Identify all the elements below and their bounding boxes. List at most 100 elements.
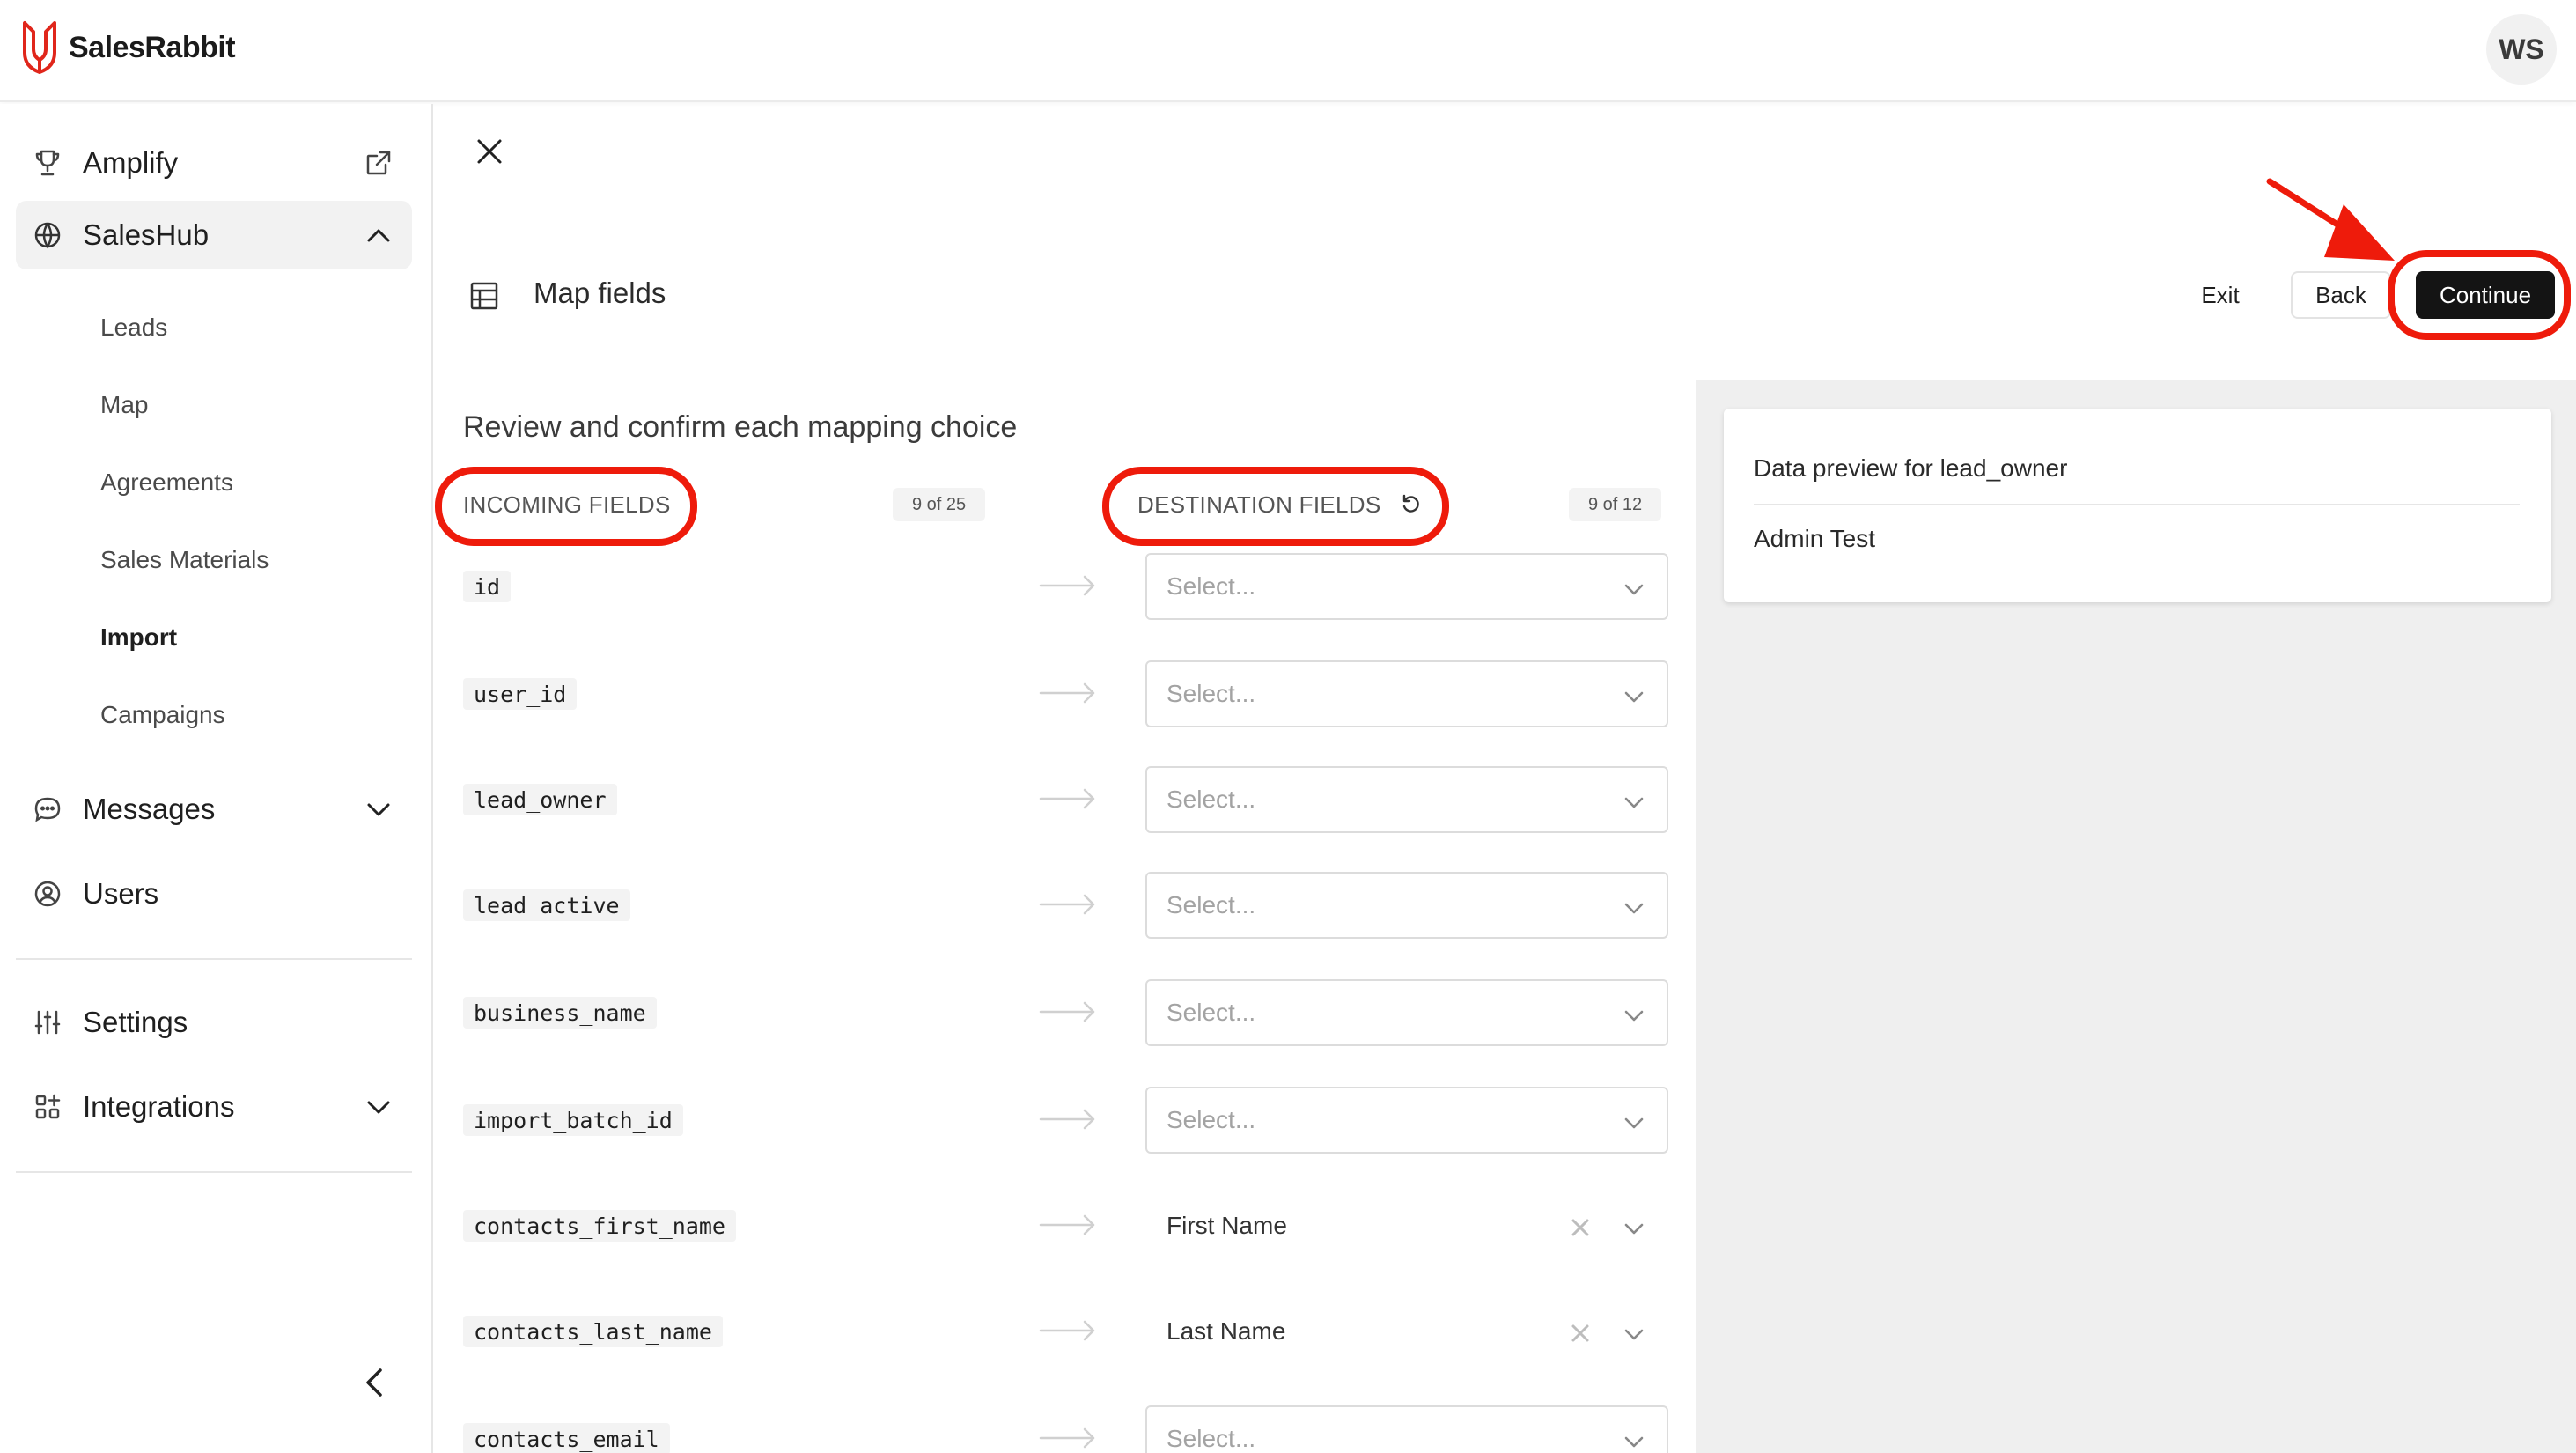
salesrabbit-logo-icon (23, 21, 56, 74)
clear-icon[interactable] (1568, 1321, 1593, 1346)
select-placeholder: Select... (1167, 680, 1256, 707)
chevron-down-icon (1624, 903, 1644, 914)
sidebar: Amplify SalesHub Leads Map Agreements Sa… (0, 104, 433, 1453)
mapping-row: contacts_email Select... (463, 1405, 1669, 1453)
sidebar-subitem-agreements[interactable]: Agreements (100, 468, 233, 497)
destination-select[interactable]: Last Name (1145, 1298, 1668, 1365)
incoming-field-name: contacts_last_name (463, 1316, 723, 1347)
select-value: Last Name (1167, 1317, 1286, 1345)
destination-select[interactable]: First Name (1145, 1192, 1668, 1259)
sidebar-divider (16, 1171, 412, 1173)
chevron-down-icon (1624, 1436, 1644, 1448)
incoming-field-name: contacts_email (463, 1423, 670, 1453)
mapping-row: contacts_last_name Last Name (463, 1298, 1669, 1365)
sidebar-subitem-campaigns[interactable]: Campaigns (100, 701, 225, 729)
sidebar-item-settings[interactable]: Settings (16, 988, 412, 1057)
incoming-field-name: lead_owner (463, 784, 617, 815)
red-arrow-icon (2266, 178, 2395, 261)
reset-icon[interactable] (1400, 493, 1423, 516)
select-placeholder: Select... (1167, 786, 1256, 813)
sidebar-item-label: Messages (83, 793, 216, 825)
top-bar: SalesRabbit WS (0, 0, 2576, 102)
page-title: Map fields (534, 277, 666, 309)
chevron-down-icon (1624, 1010, 1644, 1022)
arrow-right-icon (1039, 682, 1095, 704)
destination-select[interactable]: Select... (1145, 1087, 1668, 1154)
destination-fields-header: DESTINATION FIELDS (1137, 491, 1381, 518)
chevron-down-icon (1624, 1223, 1644, 1235)
sidebar-subitem-import[interactable]: Import (100, 623, 177, 652)
sidebar-divider (16, 958, 412, 960)
sidebar-subitem-map[interactable]: Map (100, 391, 148, 419)
select-placeholder: Select... (1167, 999, 1256, 1026)
arrow-right-icon (1039, 1109, 1095, 1130)
user-avatar[interactable]: WS (2486, 14, 2557, 85)
brand[interactable]: SalesRabbit (19, 19, 236, 76)
incoming-fields-header: INCOMING FIELDS (463, 491, 671, 518)
select-placeholder: Select... (1167, 572, 1256, 600)
chevron-down-icon (1624, 797, 1644, 808)
arrow-right-icon (1039, 1320, 1095, 1341)
mapping-row: user_id Select... (463, 660, 1669, 727)
chevron-down-icon (367, 803, 390, 816)
destination-select[interactable]: Select... (1145, 553, 1668, 620)
destination-select[interactable]: Select... (1145, 872, 1668, 939)
sidebar-item-users[interactable]: Users (16, 859, 412, 928)
incoming-field-name: lead_active (463, 889, 630, 921)
incoming-field-name: user_id (463, 678, 578, 710)
grid-plus-icon (35, 1094, 61, 1119)
sidebar-subitem-sales-materials[interactable]: Sales Materials (100, 546, 269, 574)
select-placeholder: Select... (1167, 891, 1256, 918)
chevron-down-icon (367, 1101, 390, 1114)
chat-icon (34, 797, 61, 822)
sidebar-item-label: Users (83, 877, 159, 910)
trophy-icon (35, 150, 60, 176)
mapping-row: import_batch_id Select... (463, 1087, 1669, 1154)
destination-select[interactable]: Select... (1145, 979, 1668, 1046)
table-icon (470, 282, 498, 310)
back-button[interactable]: Back (2291, 271, 2391, 319)
incoming-field-name: business_name (463, 997, 657, 1029)
sidebar-subitem-leads[interactable]: Leads (100, 313, 167, 342)
globe-icon (34, 222, 61, 249)
preview-title: Data preview for lead_owner (1754, 454, 2068, 482)
sidebar-item-saleshub[interactable]: SalesHub (16, 201, 412, 269)
sidebar-item-label: SalesHub (83, 218, 210, 251)
preview-divider (1754, 504, 2520, 505)
select-placeholder: Select... (1167, 1106, 1256, 1133)
chevron-down-icon (1624, 1329, 1644, 1340)
sidebar-item-messages[interactable]: Messages (16, 775, 412, 844)
continue-button[interactable]: Continue (2416, 271, 2555, 319)
arrow-right-icon (1039, 894, 1095, 915)
arrow-right-icon (1039, 1001, 1095, 1022)
chevron-left-icon[interactable] (357, 1365, 393, 1400)
close-icon[interactable] (472, 134, 507, 169)
destination-count-badge: 9 of 12 (1569, 488, 1662, 521)
destination-select[interactable]: Select... (1145, 660, 1668, 727)
user-circle-icon (34, 881, 61, 907)
mapping-row: contacts_first_name First Name (463, 1192, 1669, 1259)
chevron-up-icon (367, 229, 390, 242)
exit-button[interactable]: Exit (2175, 271, 2266, 319)
arrow-right-icon (1039, 1214, 1095, 1235)
sliders-icon (34, 1010, 61, 1035)
sidebar-item-label: Settings (83, 1006, 188, 1038)
chevron-down-icon (1624, 584, 1644, 595)
incoming-count-badge: 9 of 25 (893, 488, 986, 521)
chevron-down-icon (1624, 691, 1644, 703)
sidebar-item-amplify[interactable]: Amplify (16, 129, 412, 197)
destination-select[interactable]: Select... (1145, 766, 1668, 833)
arrow-right-icon (1039, 575, 1095, 596)
brand-name: SalesRabbit (69, 30, 236, 64)
arrow-right-icon (1039, 1427, 1095, 1449)
mapping-heading: Review and confirm each mapping choice (463, 410, 1018, 444)
sidebar-item-integrations[interactable]: Integrations (16, 1073, 412, 1141)
mapping-row: business_name Select... (463, 979, 1669, 1046)
clear-icon[interactable] (1568, 1215, 1593, 1240)
select-placeholder: Select... (1167, 1425, 1256, 1452)
incoming-field-name: import_batch_id (463, 1104, 683, 1136)
data-preview-card: Data preview for lead_owner Admin Test (1724, 409, 2551, 602)
mapping-row: lead_owner Select... (463, 766, 1669, 833)
external-link-icon (366, 151, 391, 175)
destination-select[interactable]: Select... (1145, 1405, 1668, 1453)
